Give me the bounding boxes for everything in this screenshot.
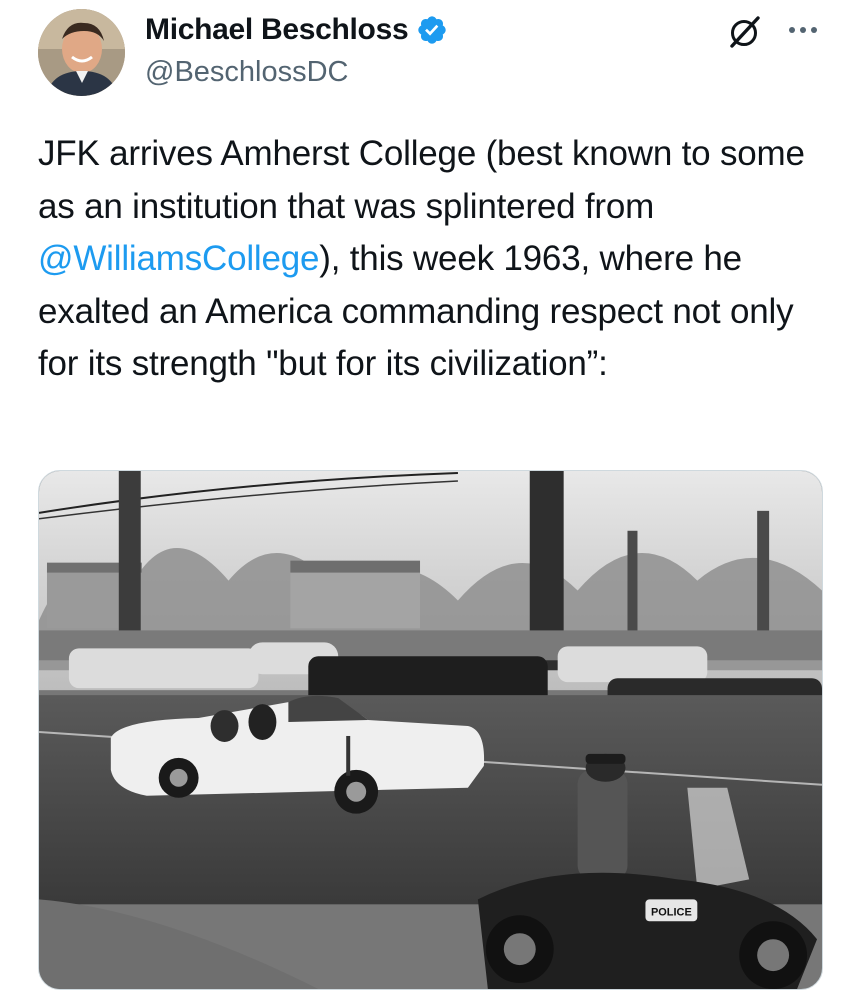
verified-badge-icon[interactable] bbox=[416, 14, 448, 46]
tweet-author: Michael Beschloss @BeschlossDC bbox=[145, 10, 448, 89]
name-row: Michael Beschloss bbox=[145, 10, 448, 50]
mention-link[interactable]: @WilliamsCollege bbox=[38, 239, 319, 278]
tweet-text-before: JFK arrives Amherst College (best known … bbox=[38, 134, 805, 226]
more-options-icon[interactable] bbox=[783, 16, 823, 44]
avatar-photo bbox=[38, 9, 125, 96]
avatar[interactable] bbox=[38, 9, 125, 96]
display-name[interactable]: Michael Beschloss bbox=[145, 13, 409, 47]
grok-icon[interactable] bbox=[727, 14, 763, 50]
tweet-photo[interactable]: POLICE bbox=[38, 470, 823, 990]
author-handle[interactable]: @BeschlossDC bbox=[145, 56, 448, 89]
photo-jfk-motorcade: POLICE bbox=[39, 471, 822, 989]
tweet-text: JFK arrives Amherst College (best known … bbox=[38, 128, 828, 391]
police-badge-text: POLICE bbox=[651, 906, 692, 918]
